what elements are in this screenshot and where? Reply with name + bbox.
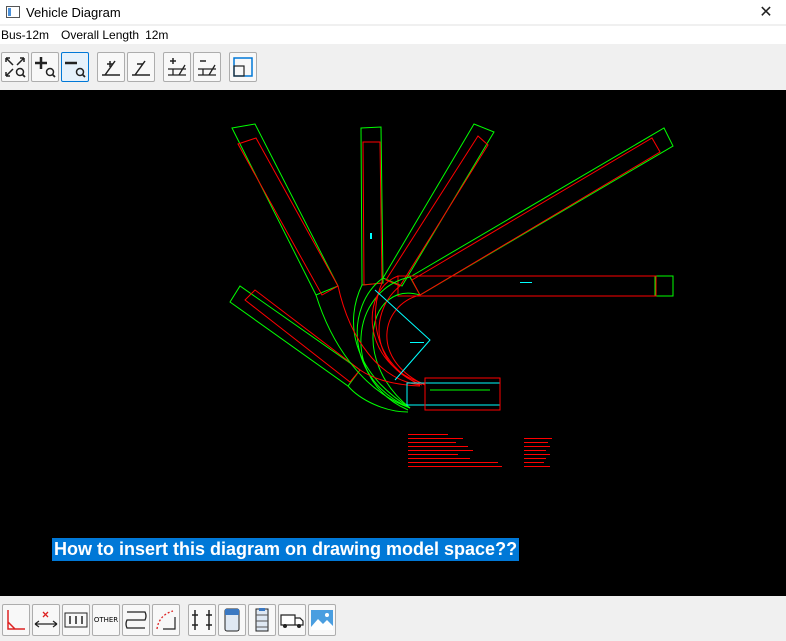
arc-tool-icon <box>156 610 176 630</box>
zoom-out-icon <box>65 61 86 78</box>
trailer-tool-icon <box>255 608 269 632</box>
trailer-tool-button[interactable] <box>248 604 276 636</box>
dimension-icon <box>34 611 58 628</box>
dimension-button[interactable] <box>32 604 60 636</box>
vehicle-name: Bus-12m <box>1 28 50 42</box>
overall-length-value: 12m <box>145 28 169 42</box>
arc-tool-button[interactable] <box>152 604 180 636</box>
frame-tool-icon <box>192 610 212 630</box>
path-tool-icon <box>125 611 147 629</box>
view-toolbar <box>0 50 786 84</box>
bus-tool-icon <box>224 608 240 632</box>
zoom-out-button[interactable] <box>61 52 89 82</box>
image-tool-icon <box>311 610 333 630</box>
overall-length-label: Overall Length <box>61 28 140 42</box>
bus-tool-button[interactable] <box>218 604 246 636</box>
angle-tool-button[interactable] <box>2 604 30 636</box>
decrease-angle-icon <box>132 60 150 76</box>
question-caption: How to insert this diagram on drawing mo… <box>52 538 520 561</box>
exit-arm-1 <box>231 123 339 296</box>
exit-arm-6 <box>229 285 361 387</box>
increase-angle-button[interactable] <box>97 52 125 82</box>
window-frame-icon <box>233 57 253 77</box>
other-tool-button[interactable]: OTHER <box>92 604 120 636</box>
axle-tool-button[interactable] <box>62 604 90 636</box>
decrease-offset-icon <box>198 60 216 76</box>
drawing-canvas[interactable] <box>0 90 786 596</box>
truck-tool-icon <box>280 614 304 628</box>
window-title: Vehicle Diagram <box>26 4 121 20</box>
title-bar: Vehicle Diagram ✕ <box>0 0 786 24</box>
zoom-extents-icon <box>5 57 26 78</box>
close-button[interactable]: ✕ <box>746 0 786 24</box>
angle-tool-icon <box>7 610 25 630</box>
vehicle-info-row: Bus-12m Overall Length 12m <box>0 26 786 44</box>
vehicle-outline <box>374 289 501 406</box>
exit-arm-4 <box>409 127 674 296</box>
other-tool-label: OTHER <box>93 616 119 624</box>
axle-tool-icon <box>64 612 88 628</box>
exit-arm-5 <box>654 275 674 297</box>
image-tool-button[interactable] <box>308 604 336 636</box>
app-icon <box>6 6 20 18</box>
decrease-angle-button[interactable] <box>127 52 155 82</box>
zoom-in-icon <box>35 57 56 78</box>
window-frame-button[interactable] <box>229 52 257 82</box>
increase-offset-button[interactable] <box>163 52 191 82</box>
increase-offset-icon <box>168 58 186 76</box>
decrease-offset-button[interactable] <box>193 52 221 82</box>
zoom-in-button[interactable] <box>31 52 59 82</box>
vehicle-swept-path-diagram <box>229 123 674 467</box>
zoom-extents-button[interactable] <box>1 52 29 82</box>
frame-tool-button[interactable] <box>188 604 216 636</box>
increase-angle-icon <box>102 60 120 76</box>
truck-tool-button[interactable] <box>278 604 306 636</box>
vehicle-spec-table <box>408 434 552 467</box>
path-tool-button[interactable] <box>122 604 150 636</box>
tool-toolbar: OTHER <box>0 602 786 638</box>
